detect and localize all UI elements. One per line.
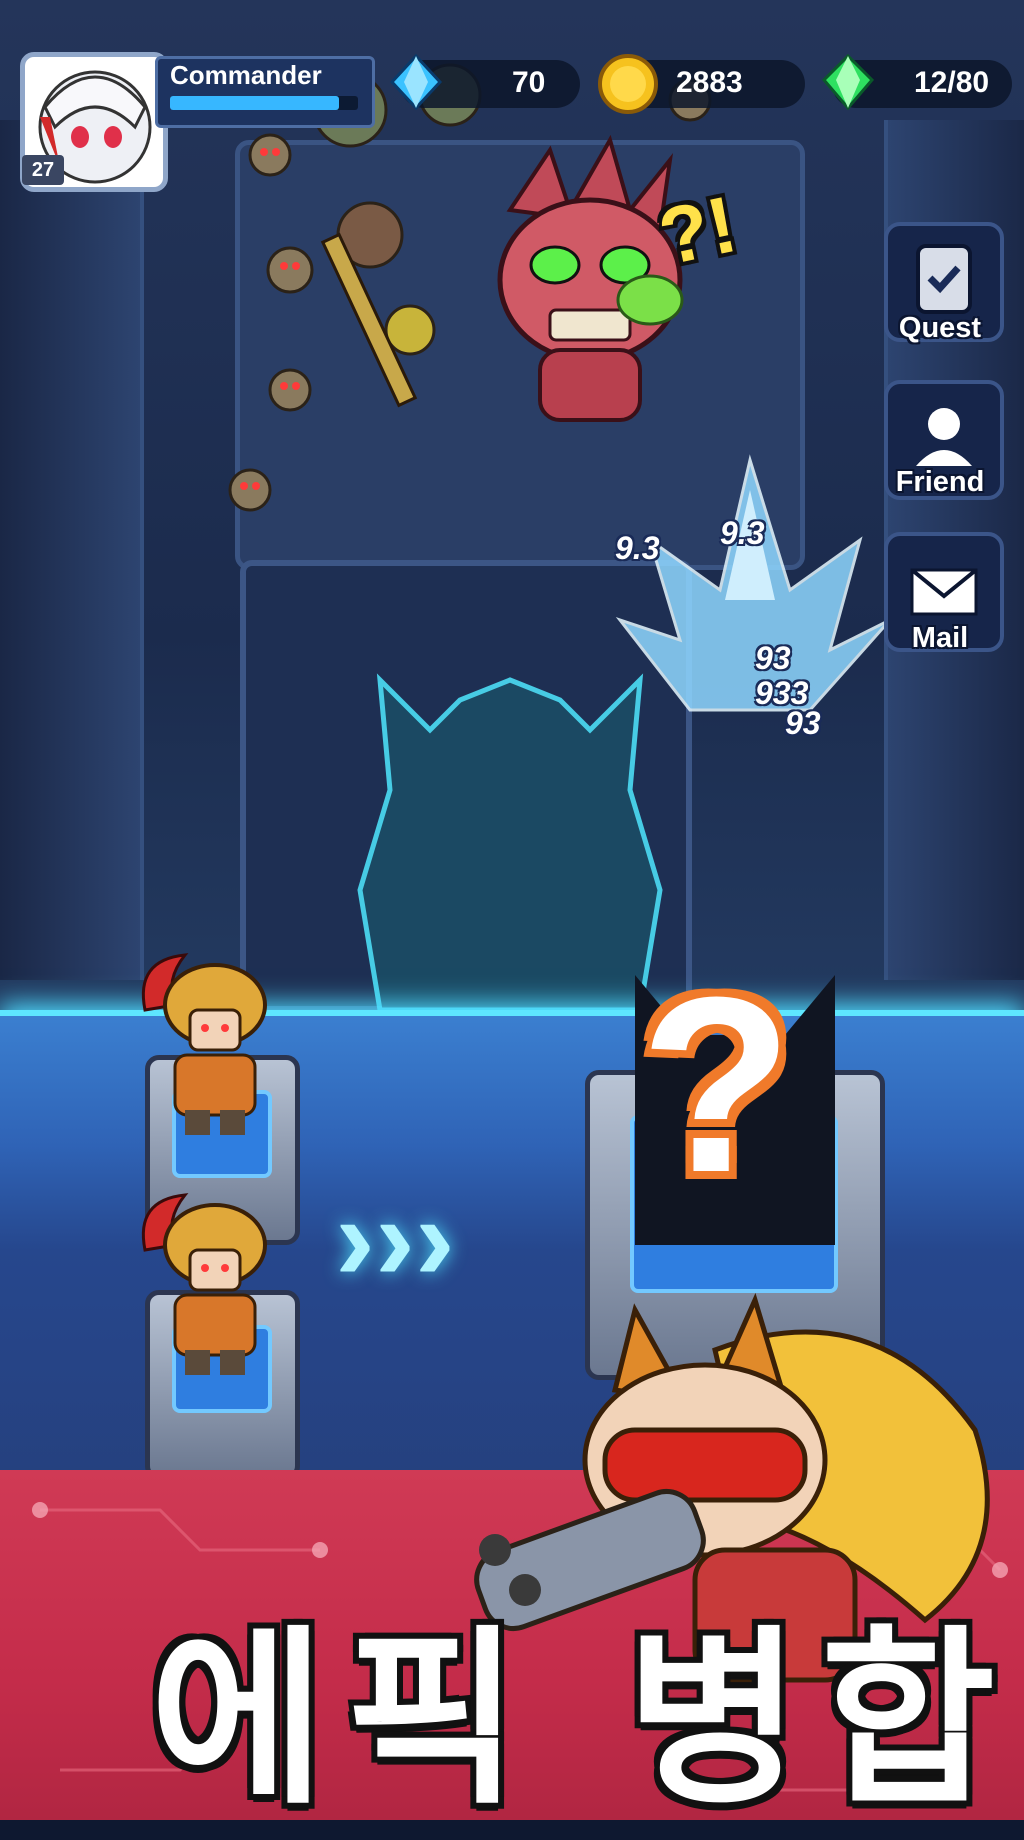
hologram-mech-silhouette (357, 673, 663, 1013)
gold-coin-icon (598, 54, 658, 114)
quest-label: Quest (898, 312, 982, 344)
green-gem-icon (821, 53, 875, 111)
merge-arrows: ››› (335, 1172, 455, 1306)
damage-number: 93 (755, 640, 791, 676)
alien-grunt (228, 468, 272, 512)
diamond-count: 70 (512, 66, 546, 99)
xp-bar-fill (170, 96, 339, 110)
banner-title: 에픽 병합 (150, 1609, 1016, 1830)
damage-number: 9.3 (615, 530, 660, 566)
gold-count: 2883 (676, 66, 743, 99)
alien-grunt (266, 246, 314, 294)
alien-grunt (248, 133, 292, 177)
friend-label: Friend (895, 466, 985, 498)
drone-robot (384, 304, 436, 356)
player-level-badge: 27 (22, 155, 64, 185)
left-wall (0, 120, 144, 980)
player-name: Commander (170, 60, 322, 90)
lion-hero-left-top[interactable] (135, 950, 275, 1140)
blue-diamond-icon (389, 53, 443, 111)
mystery-question-mark: ? (640, 945, 793, 1224)
lion-hero-left-bottom[interactable] (135, 1190, 275, 1380)
damage-number: 93 (785, 705, 821, 741)
mail-label: Mail (911, 622, 969, 654)
damage-number: 9.3 (720, 515, 765, 551)
alien-grunt (268, 368, 312, 412)
energy-count: 12/80 (914, 66, 990, 99)
boss-alien (320, 134, 683, 422)
